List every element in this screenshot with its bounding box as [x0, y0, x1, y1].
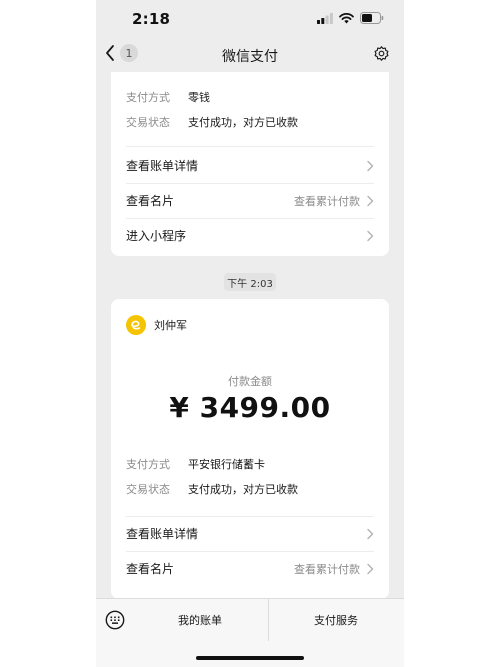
page-title: 微信支付: [222, 49, 278, 65]
info-row-method: 支付方式 零钱: [126, 89, 210, 105]
payment-card[interactable]: 刘仲军 付款金额 ¥ 3499.00 支付方式 平安银行储蓄卡 交易状态 支付成…: [111, 299, 389, 599]
view-business-card-link[interactable]: 查看名片 查看累计付款: [126, 551, 374, 586]
info-label: 支付方式: [126, 458, 170, 471]
info-label: 交易状态: [126, 116, 170, 129]
merchant-avatar-icon: [126, 315, 146, 335]
info-row-method: 支付方式 平安银行储蓄卡: [126, 456, 265, 472]
view-bill-details-link[interactable]: 查看账单详情: [126, 516, 374, 551]
link-hint: 查看累计付款: [294, 562, 360, 576]
status-time: 2:18: [132, 10, 171, 28]
nav-bar: 1 微信支付: [96, 38, 404, 72]
info-label: 支付方式: [126, 91, 170, 104]
payment-amount: ¥ 3499.00: [169, 391, 331, 424]
payment-services-menu-item[interactable]: 支付服务: [268, 599, 404, 641]
merchant-header: 刘仲军: [126, 315, 187, 335]
info-value: 支付成功，对方已收款: [188, 483, 298, 496]
amount-label: 付款金额: [228, 375, 272, 388]
phone-screen: 2:18 1 微信支付 支付方式 零钱 交易状态 支付成功，对方已收款 查看账单…: [96, 0, 404, 667]
merchant-name: 刘仲军: [154, 319, 187, 332]
link-label: 查看名片: [126, 194, 175, 208]
info-label: 交易状态: [126, 483, 170, 496]
keyboard-toggle-button[interactable]: [105, 610, 125, 634]
payment-card-previous: 支付方式 零钱 交易状态 支付成功，对方已收款 查看账单详情 查看名片 查看累计…: [111, 72, 389, 256]
battery-icon: [360, 12, 384, 24]
wifi-icon: [339, 12, 354, 23]
my-bills-menu-item[interactable]: 我的账单: [132, 599, 268, 641]
link-label: 查看名片: [126, 562, 175, 576]
info-row-status: 交易状态 支付成功，对方已收款: [126, 481, 298, 497]
chevron-right-icon: [367, 563, 374, 574]
signal-icon: [317, 12, 333, 24]
chevron-right-icon: [367, 230, 374, 241]
link-label: 查看账单详情: [126, 159, 199, 173]
view-bill-details-link[interactable]: 查看账单详情: [126, 148, 374, 183]
link-label: 查看账单详情: [126, 527, 199, 541]
home-indicator[interactable]: [196, 656, 304, 660]
link-hint: 查看累计付款: [294, 194, 360, 208]
info-value: 零钱: [188, 91, 210, 104]
status-icons: [317, 12, 384, 24]
view-business-card-link[interactable]: 查看名片 查看累计付款: [126, 183, 374, 218]
info-row-status: 交易状态 支付成功，对方已收款: [126, 114, 298, 130]
info-value: 平安银行储蓄卡: [188, 458, 265, 471]
open-mini-program-link[interactable]: 进入小程序: [126, 218, 374, 253]
link-label: 进入小程序: [126, 229, 187, 243]
message-timestamp: 下午 2:03: [224, 273, 276, 291]
info-value: 支付成功，对方已收款: [188, 116, 298, 129]
chevron-right-icon: [367, 528, 374, 539]
status-bar: 2:18: [96, 0, 404, 38]
divider: [126, 146, 374, 147]
keyboard-icon: [105, 610, 125, 630]
chevron-right-icon: [367, 195, 374, 206]
gear-icon: [374, 46, 389, 61]
settings-button[interactable]: [373, 45, 390, 66]
chevron-right-icon: [367, 160, 374, 171]
